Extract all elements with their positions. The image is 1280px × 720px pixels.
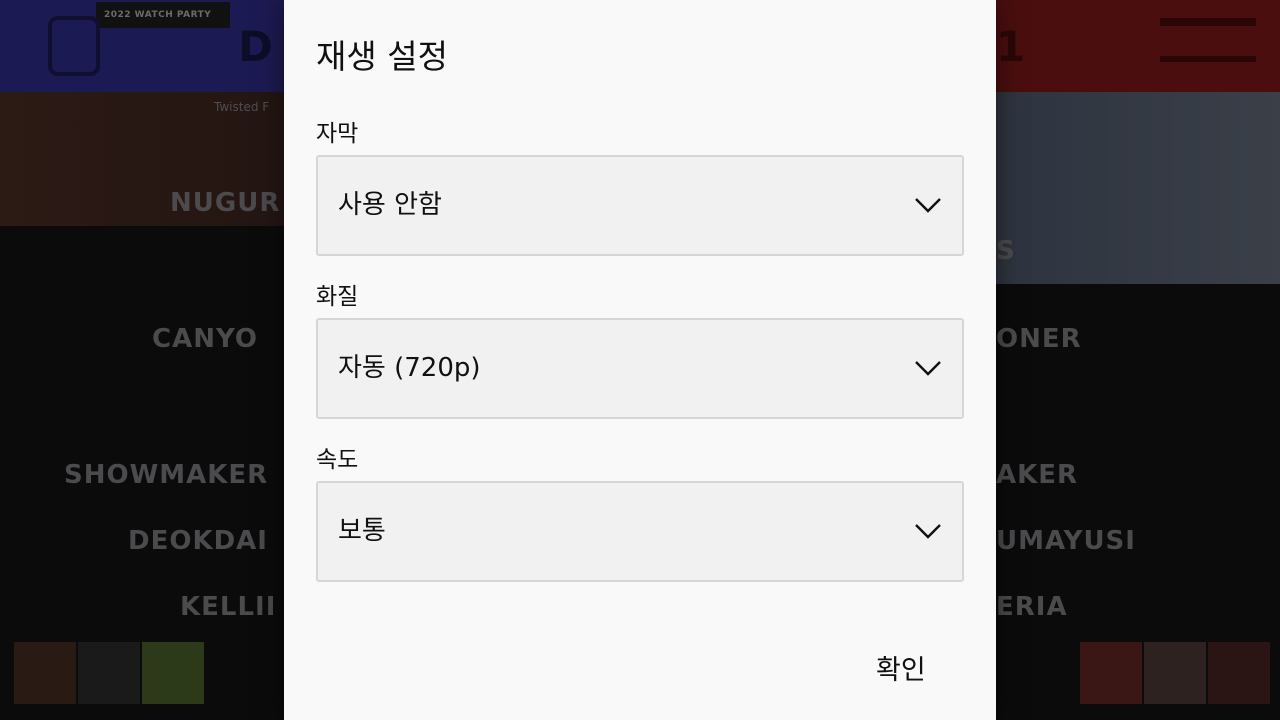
player-name-right: UMAYUSI xyxy=(996,526,1136,556)
player-name-left: DEOKDAI xyxy=(128,526,268,556)
player-name-left: CANYO xyxy=(152,324,258,354)
champion-thumbnail xyxy=(1208,642,1270,704)
player-name-right: ERIA xyxy=(996,592,1068,622)
champion-thumbnails-right xyxy=(1080,642,1270,704)
chevron-down-icon xyxy=(915,524,941,539)
quality-select-value: 자동 (720p) xyxy=(338,353,481,383)
speed-select-value: 보통 xyxy=(338,516,386,546)
champion-thumbnail xyxy=(78,642,140,704)
confirm-button[interactable]: 확인 xyxy=(876,648,926,687)
champion-thumbnail xyxy=(1144,642,1206,704)
speed-select[interactable]: 보통 xyxy=(316,481,964,582)
speed-label: 속도 xyxy=(316,447,359,473)
champion-thumbnail xyxy=(14,642,76,704)
champion-thumbnails-left xyxy=(14,642,204,704)
player-name-right: S xyxy=(996,236,1016,266)
watch-party-badge: 2022 WATCH PARTY xyxy=(96,2,230,28)
team-score-left: D xyxy=(238,22,273,71)
subtitle-select[interactable]: 사용 안함 xyxy=(316,155,964,256)
player-name-left: NUGUR xyxy=(170,188,281,218)
player-name-left: SHOWMAKER xyxy=(64,460,269,490)
playback-settings-dialog: 재생 설정 자막 사용 안함 화질 자동 (720p) 속도 보통 확인 xyxy=(284,0,996,720)
subtitle-select-value: 사용 안함 xyxy=(338,190,442,220)
champion-thumbnail xyxy=(1080,642,1142,704)
player-name-right: AKER xyxy=(996,460,1079,490)
player-name-left: KELLII xyxy=(180,592,277,622)
team-logo-left xyxy=(48,16,100,76)
chevron-down-icon xyxy=(915,198,941,213)
team-score-right: 1 xyxy=(996,22,1026,71)
champion-thumbnail xyxy=(142,642,204,704)
chevron-down-icon xyxy=(915,361,941,376)
subtitle-label: 자막 xyxy=(316,121,359,147)
player-name-right: ONER xyxy=(996,324,1082,354)
quality-label: 화질 xyxy=(316,284,359,310)
team-logo-right xyxy=(1160,18,1256,62)
dialog-title: 재생 설정 xyxy=(316,37,448,76)
quality-select[interactable]: 자동 (720p) xyxy=(316,318,964,419)
background-subtitle: Twisted F xyxy=(214,100,270,114)
